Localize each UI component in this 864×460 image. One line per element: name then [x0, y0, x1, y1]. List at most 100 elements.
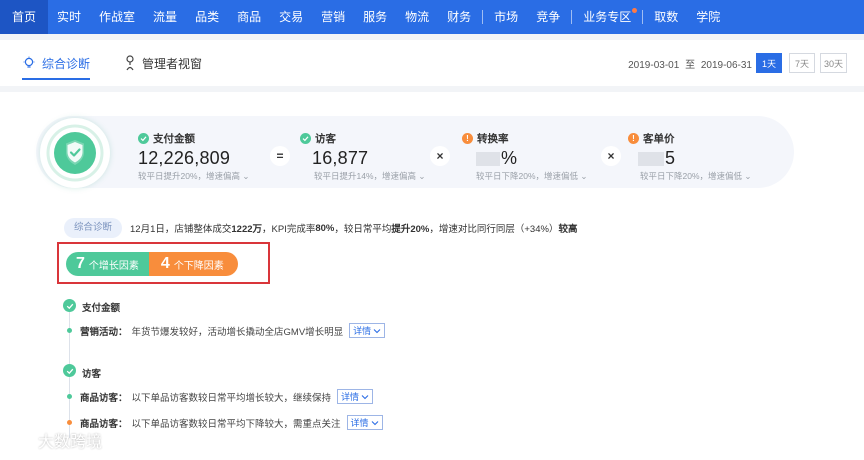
list-item: 商品访客： 以下单品访客数较日常平均下降较大，需重点关注 详情	[67, 415, 383, 430]
top-nav: 首页 实时 作战室 流量 品类 商品 交易 营销 服务 物流 财务 市场 竞争 …	[0, 0, 864, 34]
diagnosis-text-2: ，KPI完成率	[262, 224, 316, 235]
growth-factors-count: 7	[76, 255, 85, 272]
metric-visitor-label-row: 访客	[300, 131, 426, 146]
bullet-green	[67, 394, 72, 399]
nav-item-product[interactable]: 商品	[228, 0, 270, 34]
metric-pay-label-row: 支付金额	[138, 131, 250, 146]
nav-item-finance[interactable]: 财务	[438, 0, 480, 34]
person-icon	[126, 55, 134, 71]
redacted-block	[638, 151, 664, 166]
tab-diagnosis-label: 综合诊断	[42, 56, 91, 71]
row-text: 以下单品访客数较日常平均下降较大，需重点关注	[131, 418, 341, 430]
detail-button-label: 详情	[350, 418, 369, 428]
metric-visitor-value: 16,877	[312, 148, 369, 168]
diagnosis-amount: 1222万	[231, 224, 263, 235]
metric-conversion-note[interactable]: 较平日下降20%，增速偏低 ⌄	[476, 170, 588, 182]
times-operator: ×	[430, 146, 450, 166]
nav-divider	[482, 10, 484, 24]
date-start: 2019-03-01	[628, 60, 680, 71]
growth-factors-label: 个增长因素	[88, 260, 139, 272]
metric-unit-price-value-row: 5	[638, 148, 752, 169]
row-key: 商品访客：	[80, 392, 128, 404]
detail-button-label: 详情	[341, 392, 360, 402]
watermark: 大数跨境	[8, 428, 102, 452]
alert-icon: !	[462, 133, 473, 144]
diagnosis-pill: 综合诊断	[64, 218, 123, 238]
diagnosis-text-3: ，较日常平均	[334, 224, 392, 235]
redacted-block	[476, 151, 500, 166]
metric-visitor-label: 访客	[315, 133, 336, 145]
check-icon	[300, 133, 311, 144]
nav-item-logistics[interactable]: 物流	[396, 0, 438, 34]
nav-item-marketing[interactable]: 营销	[312, 0, 354, 34]
nav-item-market[interactable]: 市场	[485, 0, 527, 34]
metric-unit-price-note[interactable]: 较平日下降20%，增速偏低 ⌄	[640, 170, 752, 182]
growth-factors-button[interactable]: 7 个增长因素	[66, 252, 149, 276]
metric-pay-note[interactable]: 较平日提升20%，增速偏高 ⌄	[138, 170, 250, 182]
chevron-down-icon	[371, 420, 378, 425]
range-30-day-button[interactable]: 30天	[820, 53, 847, 73]
row-text: 以下单品访客数较日常平均增长较大，继续保持	[131, 392, 332, 404]
detail-button[interactable]: 详情	[337, 389, 374, 404]
sub-header: 综合诊断 管理者视窗 2019-03-01 至 2019-06-31 1天 7天…	[0, 40, 864, 86]
detail-button[interactable]: 详情	[349, 323, 386, 338]
metric-conversion-label: 转换率	[477, 133, 509, 145]
nav-item-data-fetch[interactable]: 取数	[645, 0, 687, 34]
nav-divider	[642, 10, 644, 24]
diagnosis-increase: 提升20%	[391, 224, 430, 235]
range-7-day-button[interactable]: 7天	[789, 53, 815, 73]
tab-manager-view[interactable]: 管理者视窗	[124, 40, 202, 86]
metric-pay-amount: 支付金额 12,226,809 较平日提升20%，增速偏高 ⌄	[138, 131, 250, 182]
shield-check-icon	[46, 124, 104, 182]
metric-visitor-note[interactable]: 较平日提升14%，增速偏高 ⌄	[314, 170, 426, 182]
diagnosis-text-4: ，增速对比同行同层（+34%）	[429, 224, 559, 235]
nav-item-academy[interactable]: 学院	[687, 0, 729, 34]
metric-conversion: ! 转换率 % 较平日下降20%，增速偏低 ⌄	[462, 131, 588, 182]
nav-item-realtime[interactable]: 实时	[48, 0, 90, 34]
nav-item-business-zone[interactable]: 业务专区	[574, 0, 640, 34]
metric-conversion-value-row: %	[476, 148, 588, 169]
detail-button[interactable]: 详情	[346, 415, 383, 430]
metric-unit-price-label: 客单价	[643, 133, 675, 145]
bullet-green	[67, 328, 72, 333]
check-icon	[63, 364, 76, 377]
diagnosis-summary: 综合诊断 12月1日，店铺整体成交 1222万 ，KPI完成率 80% ，较日常…	[64, 218, 577, 238]
date-end: 2019-06-31	[700, 60, 752, 71]
bullet-orange	[67, 420, 72, 425]
nav-item-home[interactable]: 首页	[0, 0, 49, 34]
watermark-logo-icon	[10, 433, 31, 448]
metric-pay-value: 12,226,809	[138, 148, 231, 168]
nav-item-traffic[interactable]: 流量	[144, 0, 186, 34]
decline-factors-button[interactable]: 4 个下降因素	[148, 252, 238, 276]
nav-item-service[interactable]: 服务	[354, 0, 396, 34]
nav-item-business-zone-label: 业务专区	[583, 10, 632, 24]
nav-item-trade[interactable]: 交易	[270, 0, 312, 34]
metric-conversion-value: %	[501, 148, 518, 168]
nav-item-competition[interactable]: 竞争	[527, 0, 569, 34]
health-score-badge	[40, 118, 110, 188]
check-icon	[138, 133, 149, 144]
tab-diagnosis[interactable]: 综合诊断	[22, 40, 91, 86]
nav-item-category[interactable]: 品类	[186, 0, 228, 34]
diagnosis-text-1: 12月1日，店铺整体成交	[130, 224, 232, 235]
decline-factors-label: 个下降因素	[173, 260, 224, 272]
range-1-day-button[interactable]: 1天	[756, 53, 782, 73]
bulb-icon	[23, 56, 35, 68]
metric-unit-price-value: 5	[665, 148, 676, 168]
date-separator: 至	[685, 60, 696, 71]
times-operator: ×	[601, 146, 621, 166]
tab-manager-view-label: 管理者视窗	[142, 56, 203, 71]
factor-pills: 7 个增长因素 4 个下降因素	[66, 252, 238, 276]
chevron-down-icon	[373, 328, 381, 333]
decline-factors-count: 4	[160, 255, 170, 272]
metric-unit-price-label-row: ! 客单价	[628, 131, 752, 146]
metric-unit-price: ! 客单价 5 较平日下降20%，增速偏低 ⌄	[628, 131, 752, 182]
row-key: 营销活动：	[80, 326, 128, 338]
factor-highlight-box: 7 个增长因素 4 个下降因素	[57, 242, 270, 284]
section-visitor-title: 访客	[82, 369, 102, 380]
list-item: 营销活动： 年货节爆发较好，活动增长撬动全店GMV增长明显 详情	[67, 323, 386, 338]
section-pay-title: 支付金额	[82, 303, 121, 314]
alert-icon: !	[628, 133, 639, 144]
nav-item-war-room[interactable]: 作战室	[90, 0, 144, 34]
date-range[interactable]: 2019-03-01 至 2019-06-31	[628, 56, 752, 71]
